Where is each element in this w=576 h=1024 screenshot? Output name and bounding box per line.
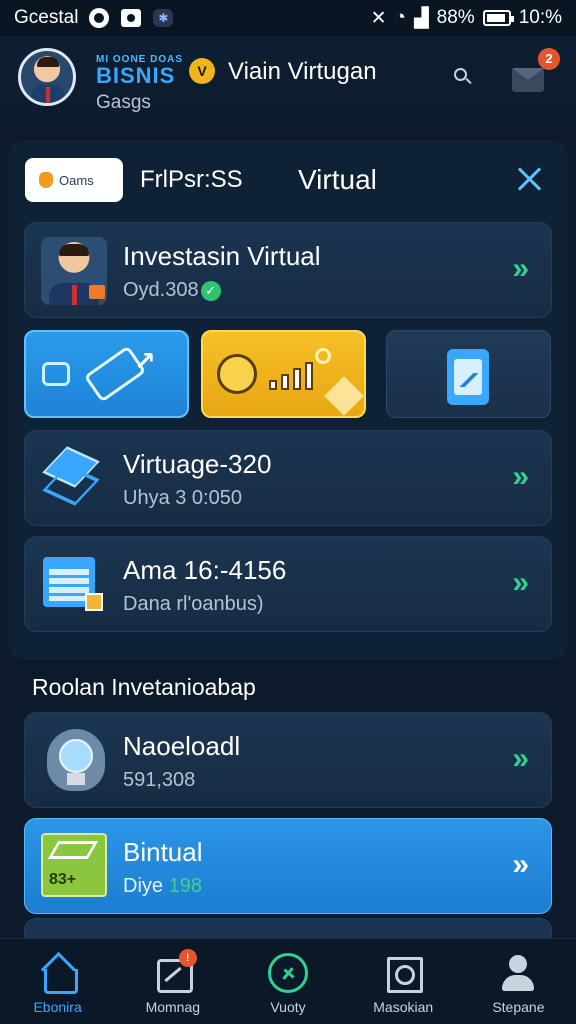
bottom-nav: Ebonira ! Momnag Vuoty Masokian Stepane bbox=[0, 938, 576, 1024]
card-subtitle: Diye 198 bbox=[123, 875, 202, 898]
chevron-right-icon: » bbox=[512, 566, 529, 599]
brand-name: BISNIS bbox=[96, 63, 176, 88]
nav-item-home[interactable]: Ebonira bbox=[0, 939, 115, 1024]
mail-icon bbox=[512, 68, 544, 92]
header-subtitle: Gasgs bbox=[96, 92, 151, 113]
card-investasi-virtual[interactable]: Investasin Virtual Oyd.308 ✓ » bbox=[24, 222, 552, 318]
mute-icon: ✕ bbox=[370, 7, 387, 29]
arrow-up-right-icon: ↗ bbox=[134, 346, 156, 376]
card-subtitle-value: 198 bbox=[168, 875, 202, 897]
wifi-icon: ◔ bbox=[394, 7, 407, 28]
nav-item-media[interactable]: Masokian bbox=[346, 939, 461, 1024]
compass-icon bbox=[268, 953, 308, 993]
calendar-icon bbox=[43, 553, 103, 611]
battery-percent: 88% bbox=[436, 7, 475, 28]
chevron-right-icon: » bbox=[512, 460, 529, 493]
lightbulb-shield-icon bbox=[45, 729, 107, 795]
nav-label: Stepane bbox=[492, 999, 545, 1015]
graduation-cap-icon: 83+ bbox=[41, 833, 107, 897]
clock: 10:% bbox=[518, 7, 562, 28]
layers-icon bbox=[41, 446, 107, 511]
message-icon: ! bbox=[153, 949, 197, 993]
card-virtuage[interactable]: Virtuage-320 Uhya 3 0:050 » bbox=[24, 430, 552, 526]
user-icon bbox=[498, 953, 538, 993]
status-bar: Gcestal ✱ ✕ ◔ ▟ 88% 10:% bbox=[0, 0, 576, 36]
nav-label: Masokian bbox=[373, 999, 434, 1015]
messenger-icon: ✱ bbox=[152, 7, 174, 29]
search-button[interactable] bbox=[450, 64, 476, 90]
nav-label: Momnag bbox=[145, 999, 201, 1015]
card-title: Virtuage-320 bbox=[123, 449, 272, 479]
card-naoeloadl[interactable]: Naoeloadl 591,308 » bbox=[24, 712, 552, 808]
carrier-label: Gcestal bbox=[14, 7, 79, 28]
card-ama[interactable]: Ama 16:-4156 Dana rl'oanbus) » bbox=[24, 536, 552, 632]
frame-icon bbox=[383, 953, 424, 993]
nav-item-messages[interactable]: ! Momnag bbox=[115, 939, 230, 1024]
brand-badge-icon: V bbox=[189, 58, 215, 84]
card-subtitle: Dana rl'oanbus) bbox=[123, 593, 264, 615]
nav-item-explore[interactable]: Vuoty bbox=[230, 939, 345, 1024]
growth-chart-icon bbox=[269, 360, 313, 390]
pill-label: Oams bbox=[59, 172, 94, 188]
card-title: Ama 16:-4156 bbox=[123, 555, 287, 585]
coin-icon bbox=[217, 354, 257, 394]
card-amount: 591,308 bbox=[123, 769, 196, 791]
avatar[interactable] bbox=[18, 48, 76, 106]
panel-title: Virtual bbox=[298, 164, 377, 195]
nav-label: Ebonira bbox=[33, 999, 82, 1015]
wallet-icon bbox=[42, 362, 70, 386]
panel-label: FrlPsr:SS bbox=[140, 166, 243, 193]
camera-icon bbox=[120, 7, 142, 29]
action-tile-transfer[interactable]: ↗ bbox=[24, 330, 189, 418]
nav-label: Vuoty bbox=[270, 999, 306, 1015]
card-subtitle-text: Oyd.308 bbox=[123, 279, 199, 301]
home-icon bbox=[38, 953, 78, 994]
card-title: Naoeloadl bbox=[123, 731, 241, 761]
chevron-right-icon: » bbox=[512, 742, 529, 775]
card-subtitle-prefix: Diye bbox=[123, 875, 164, 897]
check-icon: ✓ bbox=[200, 280, 221, 301]
close-button[interactable] bbox=[512, 162, 546, 196]
card-subtitle: Uhya 3 0:050 bbox=[123, 487, 242, 509]
signal-icon: ▟ bbox=[414, 7, 429, 29]
nav-item-profile[interactable]: Stepane bbox=[461, 939, 576, 1024]
card-subtitle: Oyd.308 ✓ bbox=[123, 279, 221, 302]
action-tile-mobile[interactable] bbox=[386, 330, 551, 418]
mail-badge: 2 bbox=[538, 48, 560, 70]
pill-logo-icon bbox=[39, 172, 53, 188]
phone-chart-icon bbox=[447, 349, 489, 405]
panel-pill-button[interactable]: Oams bbox=[25, 158, 123, 202]
sun-icon bbox=[315, 348, 331, 364]
mail-button[interactable]: 2 bbox=[510, 48, 560, 96]
app-header: MI OONE DOAS BISNIS V Viain Virtugan Gas… bbox=[0, 36, 576, 136]
section-title: Roolan Invetanioabap bbox=[32, 674, 256, 700]
card-title: Investasin Virtual bbox=[123, 241, 321, 271]
notification-circle-icon bbox=[88, 7, 110, 29]
header-title: Viain Virtugan bbox=[228, 58, 377, 85]
investor-avatar-icon bbox=[41, 237, 107, 305]
icon-label: 83+ bbox=[49, 871, 77, 888]
nav-badge: ! bbox=[178, 949, 197, 967]
card-bintual[interactable]: 83+ Bintual Diye 198 » bbox=[24, 818, 552, 914]
card-title: Bintual bbox=[123, 837, 203, 867]
brand-logo: MI OONE DOAS BISNIS bbox=[96, 54, 183, 87]
battery-icon bbox=[482, 10, 514, 26]
action-tile-growth[interactable] bbox=[201, 330, 366, 418]
page-fold-icon bbox=[324, 376, 364, 416]
chevron-right-icon: » bbox=[512, 252, 529, 285]
chevron-right-icon: » bbox=[512, 848, 529, 881]
